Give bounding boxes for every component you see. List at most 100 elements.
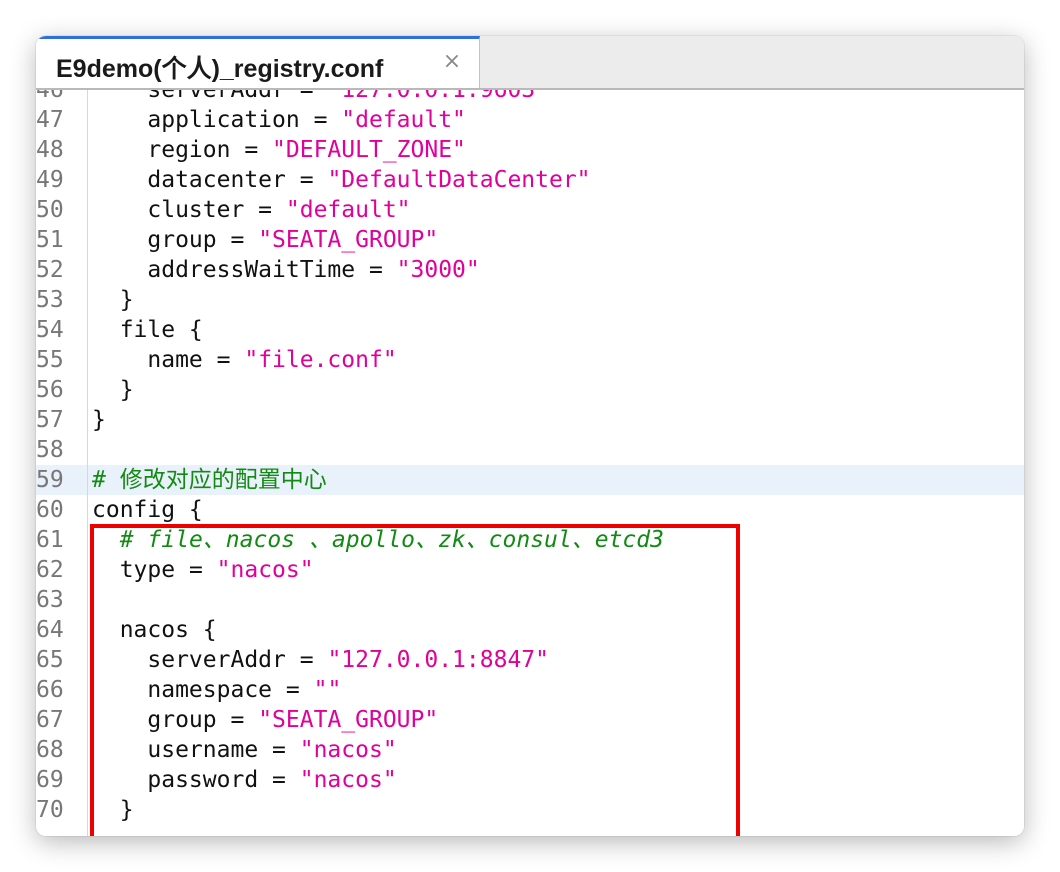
code-token: } <box>92 407 106 433</box>
code-token: "127.0.0.1:8847" <box>327 647 549 673</box>
code-token: "SEATA_GROUP" <box>258 227 439 253</box>
code-token: file { <box>92 317 203 343</box>
line-number: 64 <box>36 617 64 643</box>
line-number: 47 <box>36 107 64 133</box>
line-code: } <box>92 375 134 405</box>
code-line[interactable]: 58 <box>36 435 1024 465</box>
code-token: region <box>92 137 245 163</box>
code-token: } <box>92 377 134 403</box>
code-line[interactable]: 53 } <box>36 285 1024 315</box>
tab-title: E9demo(个人)_registry.conf <box>56 55 384 83</box>
code-line[interactable]: 60 config { <box>36 495 1024 525</box>
code-line[interactable]: 61 # file、nacos 、apollo、zk、consul、etcd3 <box>36 525 1024 555</box>
code-line[interactable]: 46 serverAddr = "127.0.0.1:9603" <box>36 90 1024 105</box>
line-number: 50 <box>36 197 64 223</box>
line-number: 65 <box>36 647 64 673</box>
line-code: name = "file.conf" <box>92 345 396 375</box>
line-code: region = "DEFAULT_ZONE" <box>92 135 466 165</box>
line-code: username = "nacos" <box>92 735 397 765</box>
line-code: } <box>92 795 134 825</box>
line-code: type = "nacos" <box>92 555 314 585</box>
code-token: group <box>92 227 231 253</box>
editor-window: E9demo(个人)_registry.conf × 46 serverAddr… <box>36 36 1024 836</box>
line-number: 63 <box>36 587 64 613</box>
code-line[interactable]: 68 username = "nacos" <box>36 735 1024 765</box>
line-number: 60 <box>36 497 64 523</box>
line-code: file { <box>92 315 203 345</box>
code-line[interactable]: 54 file { <box>36 315 1024 345</box>
code-line[interactable]: 48 region = "DEFAULT_ZONE" <box>36 135 1024 165</box>
line-code: nacos { <box>92 615 217 645</box>
code-token: name <box>92 347 217 373</box>
code-line[interactable]: 57} <box>36 405 1024 435</box>
line-number: 66 <box>36 677 64 703</box>
code-token: config { <box>92 497 203 523</box>
code-token: } <box>92 797 134 823</box>
line-code: group = "SEATA_GROUP" <box>92 225 438 255</box>
code-line[interactable]: 67 group = "SEATA_GROUP" <box>36 705 1024 735</box>
code-line[interactable]: 65 serverAddr = "127.0.0.1:8847" <box>36 645 1024 675</box>
line-number: 56 <box>36 377 64 403</box>
tab-registry-conf[interactable]: E9demo(个人)_registry.conf × <box>36 36 480 88</box>
code-editor[interactable]: 46 serverAddr = "127.0.0.1:9603" 47 appli… <box>36 90 1024 836</box>
close-icon[interactable]: × <box>440 50 464 74</box>
code-line[interactable]: 50 cluster = "default" <box>36 195 1024 225</box>
code-line[interactable]: 47 application = "default" <box>36 105 1024 135</box>
line-number: 51 <box>36 227 64 253</box>
code-token: = <box>299 90 314 103</box>
line-code: password = "nacos" <box>92 765 397 795</box>
code-token: = <box>216 347 231 373</box>
code-token: "nacos" <box>299 767 397 793</box>
code-token: username <box>92 737 273 763</box>
code-line[interactable]: 62 type = "nacos" <box>36 555 1024 585</box>
code-line[interactable]: 49 datacenter = "DefaultDataCenter" <box>36 165 1024 195</box>
line-code: application = "default" <box>92 105 466 135</box>
code-line[interactable]: 52 addressWaitTime = "3000" <box>36 255 1024 285</box>
code-token: "nacos" <box>299 737 397 763</box>
line-number: 68 <box>36 737 64 763</box>
code-token: = <box>313 107 328 133</box>
line-code: } <box>92 285 134 315</box>
code-line[interactable]: 59 # 修改对应的配置中心 <box>36 465 1024 495</box>
code-token: = <box>230 227 245 253</box>
code-token: = <box>285 677 300 703</box>
line-code: serverAddr = "127.0.0.1:9603" <box>92 90 549 105</box>
code-token: = <box>230 707 245 733</box>
code-token: "DEFAULT_ZONE" <box>272 137 466 163</box>
code-token: "127.0.0.1:9603" <box>327 90 549 103</box>
tab-bar: E9demo(个人)_registry.conf × <box>36 36 1024 90</box>
code-line[interactable]: 51 group = "SEATA_GROUP" <box>36 225 1024 255</box>
code-token: = <box>299 647 314 673</box>
line-number: 57 <box>36 407 64 433</box>
code-token: cluster <box>92 197 259 223</box>
line-number: 59 <box>36 467 64 493</box>
code-token: group <box>92 707 231 733</box>
code-line[interactable]: 66 namespace = "" <box>36 675 1024 705</box>
code-token: serverAddr <box>92 90 300 103</box>
code-token: # 修改对应的配置中心 <box>92 467 327 493</box>
code-line[interactable]: 69 password = "nacos" <box>36 765 1024 795</box>
code-token: # file、nacos 、apollo、zk、consul、etcd3 <box>119 527 664 553</box>
code-token: addressWaitTime <box>92 257 369 283</box>
code-line[interactable]: 55 name = "file.conf" <box>36 345 1024 375</box>
code-line[interactable]: 56 } <box>36 375 1024 405</box>
code-line[interactable]: 63 <box>36 585 1024 615</box>
code-line[interactable]: 70 } <box>36 795 1024 825</box>
code-token: "SEATA_GROUP" <box>258 707 439 733</box>
code-token: "3000" <box>396 257 480 283</box>
code-line[interactable]: 64 nacos { <box>36 615 1024 645</box>
line-number: 58 <box>36 437 64 463</box>
code-token: = <box>272 767 286 793</box>
code-token: = <box>368 257 383 283</box>
